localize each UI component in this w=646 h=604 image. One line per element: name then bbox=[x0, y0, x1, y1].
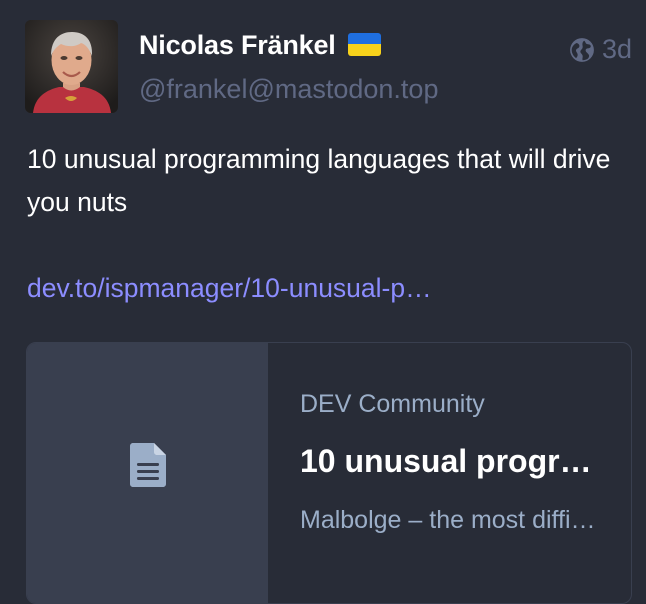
status-content: 10 unusual programming languages that wi… bbox=[27, 138, 627, 310]
card-thumbnail bbox=[27, 343, 268, 603]
avatar-photo bbox=[25, 20, 118, 113]
card-provider: DEV Community bbox=[300, 390, 485, 418]
document-icon bbox=[130, 443, 166, 487]
globe-icon bbox=[569, 37, 595, 63]
status-link-line: dev.to/ispmanager/10-unusual-p… bbox=[27, 267, 627, 310]
link-preview-card[interactable]: DEV Community 10 unusual programming lan… bbox=[26, 342, 632, 604]
relative-time: 3d bbox=[601, 34, 632, 64]
status-text: 10 unusual programming languages that wi… bbox=[27, 144, 611, 217]
author-name-text: Nicolas Fränkel bbox=[139, 29, 336, 60]
author-display-name[interactable]: Nicolas Fränkel bbox=[139, 28, 381, 62]
ukraine-flag-icon bbox=[347, 32, 381, 56]
card-description: Malbolge – the most difficult programmin… bbox=[300, 506, 600, 534]
card-title: 10 unusual programming languages that wi… bbox=[300, 443, 600, 479]
avatar[interactable] bbox=[25, 20, 118, 113]
status-post: Nicolas Fränkel @frankel@mastodon.top 3d… bbox=[0, 0, 646, 604]
status-meta[interactable]: 3d bbox=[569, 34, 632, 65]
status-link[interactable]: dev.to/ispmanager/10-unusual-p… bbox=[27, 273, 432, 303]
author-handle[interactable]: @frankel@mastodon.top bbox=[139, 74, 438, 105]
